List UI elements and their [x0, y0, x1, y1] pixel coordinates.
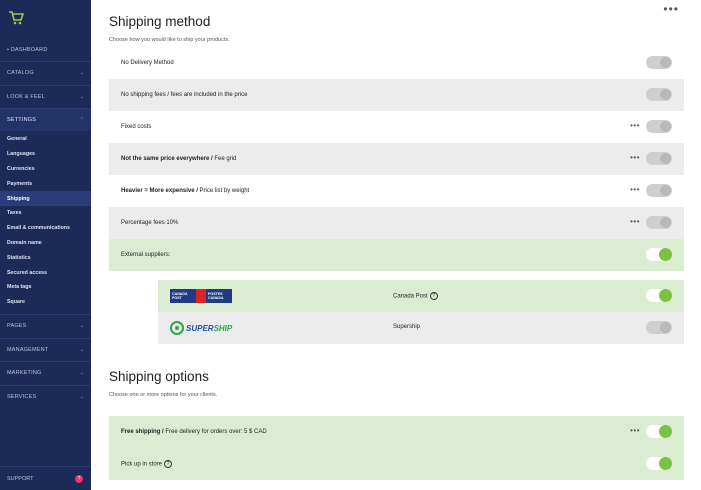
- chevron-down-icon: ⌄: [79, 370, 84, 376]
- nav-marketing-label: MARKETING: [7, 370, 42, 376]
- toggle-switch[interactable]: [646, 248, 672, 261]
- method-label: Heavier = More expensive / Price list by…: [121, 188, 250, 194]
- chevron-down-icon: ⌄: [79, 70, 84, 76]
- chevron-down-icon: ⌄: [79, 394, 84, 400]
- settings-item-statistics[interactable]: Statistics: [0, 250, 91, 265]
- settings-item-languages[interactable]: Languages: [0, 147, 91, 162]
- supplier-row-supership: SUPERSHIP Supership: [158, 312, 684, 344]
- nav-catalog[interactable]: CATALOG ⌄: [0, 61, 91, 84]
- nav-settings[interactable]: SETTINGS ⌃: [0, 108, 91, 131]
- toggle-switch[interactable]: [646, 120, 672, 133]
- settings-item-payments[interactable]: Payments: [0, 176, 91, 191]
- toggle-switch[interactable]: [646, 425, 672, 438]
- nav-marketing[interactable]: MARKETING ⌄: [0, 361, 91, 384]
- help-icon[interactable]: ?: [164, 460, 173, 468]
- canada-post-logo: CANADA POST POSTES CANADA: [170, 289, 232, 303]
- method-row-fixed: Fixed costs •••: [109, 111, 684, 143]
- shipping-options-subtitle: Choose one or more options for your clie…: [109, 392, 218, 398]
- settings-item-square[interactable]: Square: [0, 295, 91, 310]
- settings-item-email[interactable]: Email & communications: [0, 221, 91, 236]
- nav-services-label: SERVICES: [7, 394, 37, 400]
- supplier-name: Supership: [393, 324, 421, 330]
- option-label: Pick up in store?: [121, 460, 173, 468]
- method-row-included: No shipping fees / fees are included in …: [109, 79, 684, 111]
- more-options-icon[interactable]: •••: [630, 121, 640, 130]
- more-options-icon[interactable]: •••: [630, 185, 640, 194]
- toggle-switch[interactable]: [646, 216, 672, 229]
- cart-icon[interactable]: [8, 10, 24, 26]
- nav-support[interactable]: SUPPORT?: [0, 466, 91, 490]
- toggle-switch[interactable]: [646, 88, 672, 101]
- method-label: Percentage fees 10%: [121, 220, 179, 226]
- settings-item-secured-access[interactable]: Secured access: [0, 265, 91, 280]
- nav-pages[interactable]: PAGES ⌄: [0, 314, 91, 337]
- method-row-weight: Heavier = More expensive / Price list by…: [109, 175, 684, 207]
- settings-item-domain[interactable]: Domain name: [0, 236, 91, 251]
- settings-item-shipping[interactable]: Shipping: [0, 191, 91, 206]
- nav-management-label: MANAGEMENT: [7, 347, 49, 353]
- chevron-up-icon: ⌃: [79, 117, 84, 123]
- sidebar: • DASHBOARD CATALOG ⌄ LOOK & FEEL ⌄ SETTIN…: [0, 0, 91, 490]
- settings-item-currencies[interactable]: Currencies: [0, 162, 91, 177]
- chevron-down-icon: ⌄: [79, 347, 84, 353]
- shipping-method-title: Shipping method: [109, 14, 211, 29]
- main-content: ••• Shipping method Choose how you would…: [91, 0, 701, 490]
- nav-look-feel-label: LOOK & FEEL: [7, 94, 45, 100]
- supplier-name: Canada Post?: [393, 292, 438, 300]
- method-label: External suppliers:: [121, 252, 171, 258]
- settings-item-taxes[interactable]: Taxes: [0, 206, 91, 221]
- nav-management[interactable]: MANAGEMENT ⌄: [0, 338, 91, 361]
- settings-item-general[interactable]: General: [0, 132, 91, 147]
- toggle-switch[interactable]: [646, 56, 672, 69]
- nav-support-label: SUPPORT: [7, 475, 34, 482]
- option-row-pickup: Pick up in store?: [109, 448, 684, 480]
- option-row-free-shipping: Free shipping / Free delivery for orders…: [109, 416, 684, 448]
- nav-look-feel[interactable]: LOOK & FEEL ⌄: [0, 85, 91, 108]
- method-row-percentage: Percentage fees 10% •••: [109, 207, 684, 239]
- shipping-method-subtitle: Choose how you would like to ship your p…: [109, 37, 230, 43]
- nav-dashboard-label: • DASHBOARD: [7, 46, 48, 53]
- chevron-down-icon: ⌄: [79, 94, 84, 100]
- option-label: Free shipping / Free delivery for orders…: [121, 429, 267, 435]
- nav-settings-label: SETTINGS: [7, 117, 37, 123]
- supplier-row-canada-post: CANADA POST POSTES CANADA Canada Post?: [158, 280, 684, 312]
- method-row-external: External suppliers:: [109, 239, 684, 271]
- more-options-icon[interactable]: •••: [630, 153, 640, 162]
- method-label: No Delivery Method: [121, 60, 174, 66]
- toggle-switch[interactable]: [646, 184, 672, 197]
- supership-logo: SUPERSHIP: [170, 320, 232, 336]
- method-label: Fixed costs: [121, 124, 152, 130]
- toggle-switch[interactable]: [646, 152, 672, 165]
- help-icon[interactable]: ?: [429, 292, 438, 300]
- method-label: Not the same price everywhere / Fee grid: [121, 156, 237, 162]
- more-options-icon[interactable]: •••: [630, 217, 640, 226]
- nav-catalog-label: CATALOG: [7, 70, 34, 76]
- method-label: No shipping fees / fees are included in …: [121, 92, 248, 98]
- more-options-icon[interactable]: •••: [630, 426, 640, 435]
- nav-services[interactable]: SERVICES ⌄: [0, 385, 91, 408]
- toggle-switch[interactable]: [646, 457, 672, 470]
- method-row-fee-grid: Not the same price everywhere / Fee grid…: [109, 143, 684, 175]
- more-options-icon[interactable]: •••: [663, 2, 679, 16]
- shipping-options-title: Shipping options: [109, 369, 209, 384]
- nav-dashboard[interactable]: • DASHBOARD: [0, 38, 91, 61]
- nav-pages-label: PAGES: [7, 323, 27, 329]
- support-badge: ?: [75, 475, 83, 483]
- toggle-switch[interactable]: [646, 321, 672, 334]
- settings-item-meta-tags[interactable]: Meta tags: [0, 280, 91, 295]
- settings-submenu: General Languages Currencies Payments Sh…: [0, 132, 91, 310]
- chevron-down-icon: ⌄: [79, 323, 84, 329]
- toggle-switch[interactable]: [646, 289, 672, 302]
- method-row-no-delivery: No Delivery Method: [109, 47, 684, 79]
